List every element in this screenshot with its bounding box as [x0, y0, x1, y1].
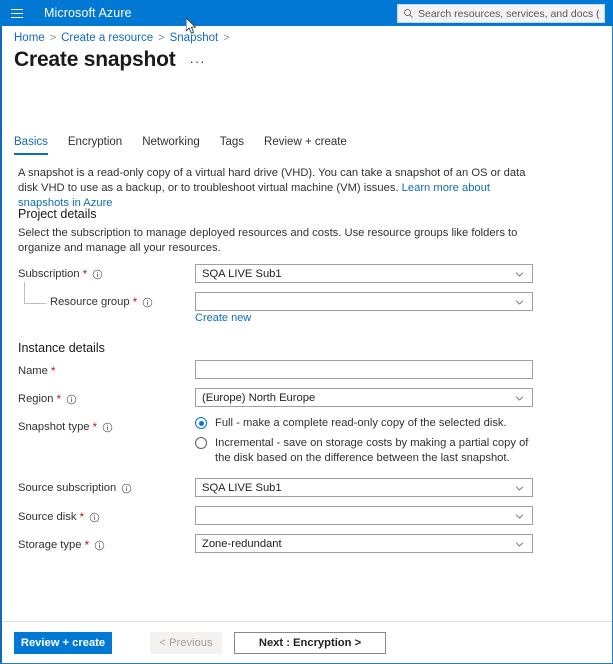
- name-label: Name *: [18, 364, 56, 378]
- source-disk-label-text: Source disk: [18, 511, 76, 523]
- info-icon[interactable]: [66, 394, 77, 405]
- tab-encryption[interactable]: Encryption: [68, 136, 122, 155]
- chevron-down-icon: [514, 392, 525, 403]
- breadcrumb-separator: >: [158, 32, 164, 44]
- previous-button: < Previous: [150, 632, 222, 654]
- breadcrumb-item-create-a-resource[interactable]: Create a resource: [61, 32, 153, 44]
- chevron-down-icon: [514, 538, 525, 549]
- chevron-down-icon: [514, 268, 525, 279]
- info-icon[interactable]: [94, 540, 105, 551]
- storage-type-dropdown[interactable]: Zone-redundant: [195, 534, 533, 553]
- info-icon[interactable]: [142, 297, 153, 308]
- resource-group-label-text: Resource group: [50, 296, 130, 308]
- instance-details-heading: Instance details: [18, 341, 105, 355]
- tab-networking[interactable]: Networking: [142, 136, 200, 155]
- breadcrumb-item-snapshot[interactable]: Snapshot: [170, 32, 219, 44]
- source-subscription-dropdown[interactable]: SQA LIVE Sub1: [195, 478, 533, 497]
- search-icon: [403, 8, 414, 19]
- region-label-text: Region: [18, 393, 53, 405]
- required-asterisk: *: [133, 295, 138, 309]
- create-snapshot-blade: Home > Create a resource > Snapshot > Cr…: [0, 26, 613, 664]
- page-header: Create snapshot ···: [14, 48, 206, 72]
- info-icon[interactable]: [121, 483, 132, 494]
- snapshot-type-option-full[interactable]: Full - make a complete read-only copy of…: [195, 416, 507, 431]
- blade-description: A snapshot is a read-only copy of a virt…: [18, 166, 538, 211]
- wizard-tabs: Basics Encryption Networking Tags Review…: [14, 136, 347, 155]
- subscription-value: SQA LIVE Sub1: [202, 268, 282, 280]
- global-search-box[interactable]: Search resources, services, and docs (G+…: [397, 4, 605, 23]
- resource-group-dropdown[interactable]: [195, 292, 533, 311]
- snapshot-type-option-incremental[interactable]: Incremental - save on storage costs by m…: [195, 436, 545, 465]
- project-details-description: Select the subscription to manage deploy…: [18, 226, 518, 256]
- required-asterisk: *: [79, 510, 84, 524]
- snapshot-type-label: Snapshot type *: [18, 420, 113, 434]
- region-dropdown[interactable]: (Europe) North Europe: [195, 388, 533, 407]
- subscription-label-text: Subscription: [18, 268, 80, 280]
- snapshot-type-label-text: Snapshot type: [18, 421, 90, 433]
- create-new-resource-group-link[interactable]: Create new: [195, 312, 251, 324]
- chevron-down-icon: [514, 510, 525, 521]
- required-asterisk: *: [56, 392, 61, 406]
- wizard-footer: Review + create < Previous Next : Encryp…: [2, 622, 613, 663]
- storage-type-label: Storage type *: [18, 538, 105, 552]
- radio-full[interactable]: [195, 417, 207, 429]
- indent-connector: [24, 282, 46, 304]
- breadcrumb-separator: >: [223, 32, 229, 44]
- required-asterisk: *: [84, 538, 89, 552]
- required-asterisk: *: [83, 267, 88, 281]
- name-input[interactable]: [195, 360, 533, 379]
- required-asterisk: *: [51, 364, 56, 378]
- info-icon[interactable]: [102, 422, 113, 433]
- info-icon[interactable]: [89, 512, 100, 523]
- chevron-down-icon: [514, 296, 525, 307]
- page-title: Create snapshot: [14, 48, 176, 72]
- hamburger-icon[interactable]: [0, 0, 34, 26]
- source-subscription-value: SQA LIVE Sub1: [202, 482, 282, 494]
- region-value: (Europe) North Europe: [202, 392, 315, 404]
- tab-review-create[interactable]: Review + create: [264, 136, 347, 155]
- source-disk-label: Source disk *: [18, 510, 100, 524]
- global-search-placeholder: Search resources, services, and docs (G+…: [418, 8, 599, 20]
- radio-incremental[interactable]: [195, 437, 207, 449]
- info-icon[interactable]: [92, 269, 103, 280]
- subscription-label: Subscription *: [18, 267, 103, 281]
- breadcrumb-separator: >: [50, 32, 56, 44]
- tab-basics[interactable]: Basics: [14, 136, 48, 155]
- required-asterisk: *: [93, 420, 98, 434]
- storage-type-label-text: Storage type: [18, 539, 81, 551]
- tab-tags[interactable]: Tags: [220, 136, 244, 155]
- resource-group-label: Resource group *: [50, 295, 153, 309]
- more-options-button[interactable]: ···: [190, 55, 206, 68]
- storage-type-value: Zone-redundant: [202, 538, 282, 550]
- subscription-dropdown[interactable]: SQA LIVE Sub1: [195, 264, 533, 283]
- next-encryption-button[interactable]: Next : Encryption >: [234, 632, 386, 654]
- chevron-down-icon: [514, 482, 525, 493]
- name-label-text: Name: [18, 365, 48, 377]
- snapshot-type-option-incremental-label: Incremental - save on storage costs by m…: [215, 436, 545, 465]
- project-details-heading: Project details: [18, 207, 97, 221]
- breadcrumb-item-home[interactable]: Home: [14, 32, 45, 44]
- source-subscription-label: Source subscription: [18, 482, 132, 494]
- review-create-button[interactable]: Review + create: [14, 632, 112, 654]
- source-subscription-label-text: Source subscription: [18, 482, 116, 494]
- region-label: Region *: [18, 392, 77, 406]
- breadcrumb: Home > Create a resource > Snapshot >: [14, 32, 235, 44]
- azure-brand-label[interactable]: Microsoft Azure: [44, 6, 132, 20]
- source-disk-dropdown[interactable]: [195, 506, 533, 525]
- snapshot-type-option-full-label: Full - make a complete read-only copy of…: [215, 416, 507, 431]
